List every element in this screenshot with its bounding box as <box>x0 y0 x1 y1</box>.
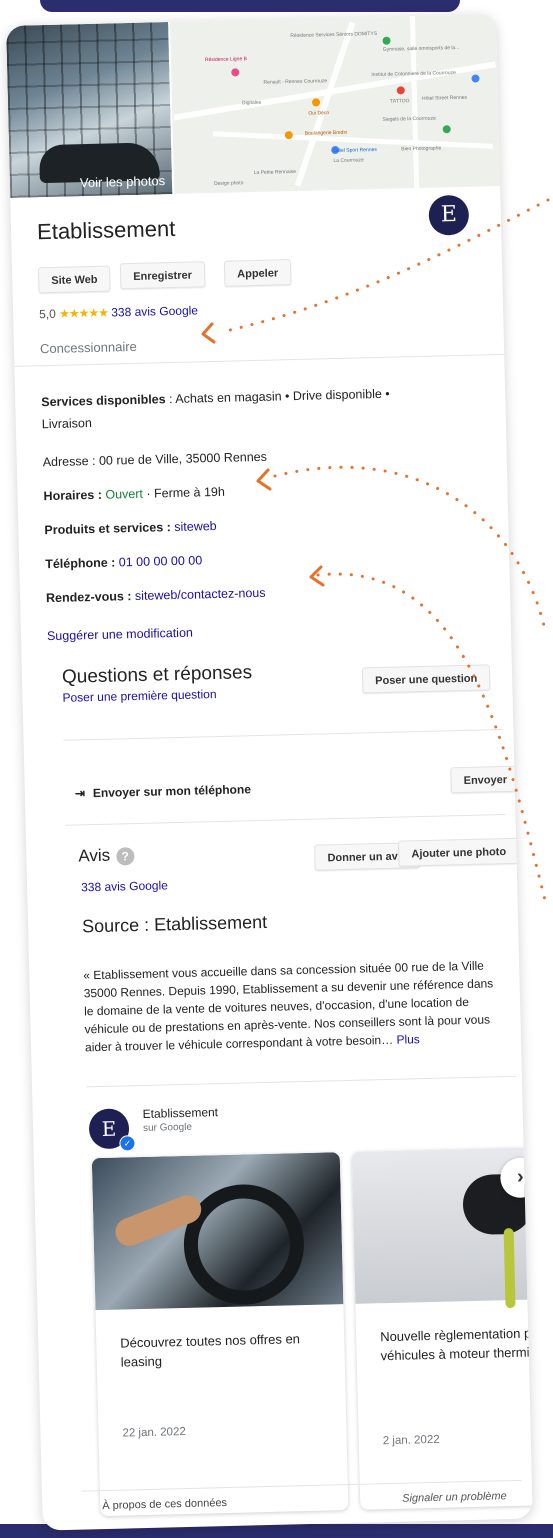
dotted-arrow-hours <box>273 465 547 632</box>
dotted-arrow-appointment <box>316 572 547 902</box>
arrowhead-hours <box>256 468 272 491</box>
dotted-arrow-category <box>228 198 550 332</box>
arrowhead-category <box>201 322 216 344</box>
annotation-arrows <box>201 198 550 902</box>
